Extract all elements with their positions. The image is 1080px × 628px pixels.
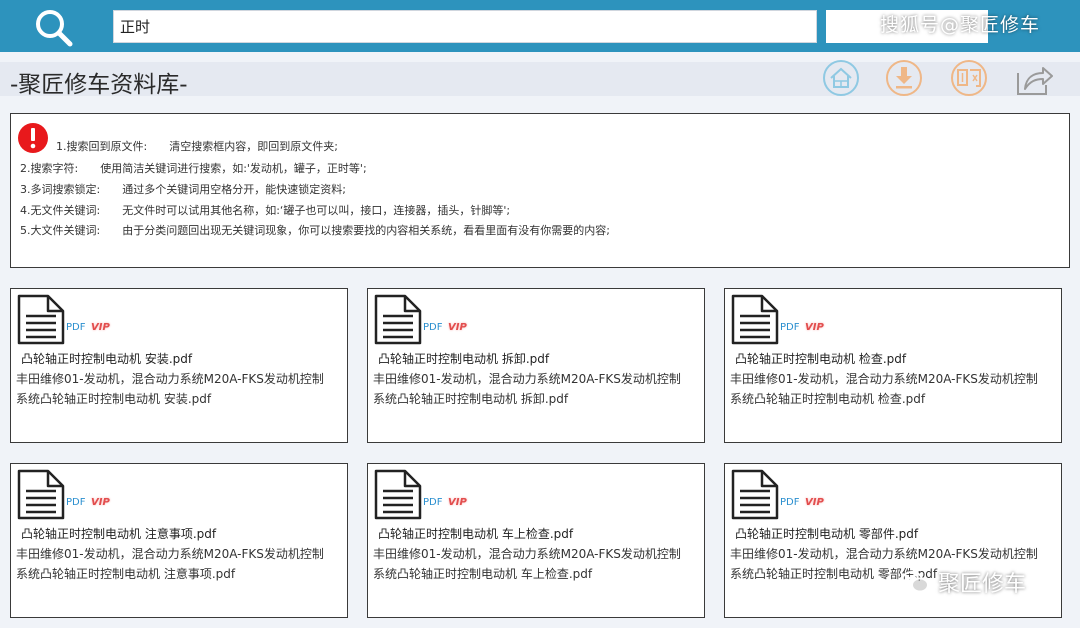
file-description: 丰田维修01-发动机，混合动力系统M20A-FKS发动机控制系统凸轮轴正时控制电… xyxy=(373,547,681,581)
file-card[interactable]: PDF VIP 凸轮轴正时控制电动机 车上检查.pdf 丰田维修01-发动机，混… xyxy=(367,463,705,618)
file-name[interactable]: 凸轮轴正时控制电动机 零部件.pdf xyxy=(735,525,918,542)
watermark-bottom: 聚匠修车 xyxy=(938,572,1027,597)
file-description: 丰田维修01-发动机，混合动力系统M20A-FKS发动机控制系统凸轮轴正时控制电… xyxy=(16,372,324,406)
file-name[interactable]: 凸轮轴正时控制电动机 注意事项.pdf xyxy=(21,525,216,542)
tip-line: 1.搜索回到原文件: 清空搜索框内容，即回到原文件夹; xyxy=(56,140,338,153)
pdf-document-icon xyxy=(374,469,422,520)
home-icon[interactable] xyxy=(821,58,861,98)
file-type-label: PDF xyxy=(66,322,86,333)
vip-badge: VIP xyxy=(91,497,110,508)
file-card[interactable]: PDF VIP 凸轮轴正时控制电动机 拆卸.pdf 丰田维修01-发动机，混合动… xyxy=(367,288,705,443)
file-card[interactable]: PDF VIP 凸轮轴正时控制电动机 安装.pdf 丰田维修01-发动机，混合动… xyxy=(10,288,348,443)
file-type-label: PDF xyxy=(780,322,800,333)
search-tips-panel: 1.搜索回到原文件: 清空搜索框内容，即回到原文件夹; 2.搜索字符: 使用简洁… xyxy=(10,113,1070,268)
vip-badge: VIP xyxy=(91,322,110,333)
file-description: 丰田维修01-发动机，混合动力系统M20A-FKS发动机控制系统凸轮轴正时控制电… xyxy=(16,547,324,581)
file-name[interactable]: 凸轮轴正时控制电动机 检查.pdf xyxy=(735,350,906,367)
search-icon[interactable] xyxy=(30,6,78,48)
purchase-icon[interactable] xyxy=(949,58,989,98)
file-card[interactable]: PDF VIP 凸轮轴正时控制电动机 检查.pdf 丰田维修01-发动机，混合动… xyxy=(724,288,1062,443)
vip-badge: VIP xyxy=(448,497,467,508)
file-name[interactable]: 凸轮轴正时控制电动机 安装.pdf xyxy=(21,350,192,367)
tip-line: 4.无文件关键词: 无文件时可以试用其他名称，如:‘罐子也可以叫，接口，连接器，… xyxy=(20,204,511,217)
vip-badge: VIP xyxy=(805,322,824,333)
file-name[interactable]: 凸轮轴正时控制电动机 车上检查.pdf xyxy=(378,525,573,542)
file-type-label: PDF xyxy=(780,497,800,508)
file-name[interactable]: 凸轮轴正时控制电动机 拆卸.pdf xyxy=(378,350,549,367)
tip-line: 5.大文件关键词: 由于分类问题回出现无关键词现象，你可以搜索要找的内容相关系统… xyxy=(20,224,610,237)
download-icon[interactable] xyxy=(884,58,924,98)
pdf-document-icon xyxy=(731,294,779,345)
file-description: 丰田维修01-发动机，混合动力系统M20A-FKS发动机控制系统凸轮轴正时控制电… xyxy=(373,372,681,406)
pdf-document-icon xyxy=(731,469,779,520)
pdf-document-icon xyxy=(374,294,422,345)
warning-icon xyxy=(18,123,48,153)
file-type-label: PDF xyxy=(423,322,443,333)
pdf-document-icon xyxy=(17,469,65,520)
tip-line: 2.搜索字符: 使用简洁关键词进行搜索，如:'发动机，罐子，正时等'; xyxy=(20,162,367,175)
pdf-document-icon xyxy=(17,294,65,345)
page-title: -聚匠修车资料库- xyxy=(10,72,188,98)
vip-badge: VIP xyxy=(805,497,824,508)
search-input[interactable] xyxy=(113,10,817,43)
file-type-label: PDF xyxy=(66,497,86,508)
file-card[interactable]: PDF VIP 凸轮轴正时控制电动机 注意事项.pdf 丰田维修01-发动机，混… xyxy=(10,463,348,618)
share-icon[interactable] xyxy=(1013,58,1053,98)
watermark-top: 搜狐号@聚匠修车 xyxy=(880,14,1041,36)
file-description: 丰田维修01-发动机，混合动力系统M20A-FKS发动机控制系统凸轮轴正时控制电… xyxy=(730,372,1038,406)
vip-badge: VIP xyxy=(448,322,467,333)
wechat-icon xyxy=(901,571,929,593)
tip-line: 3.多词搜索锁定: 通过多个关键词用空格分开，能快速锁定资料; xyxy=(20,183,346,196)
file-type-label: PDF xyxy=(423,497,443,508)
